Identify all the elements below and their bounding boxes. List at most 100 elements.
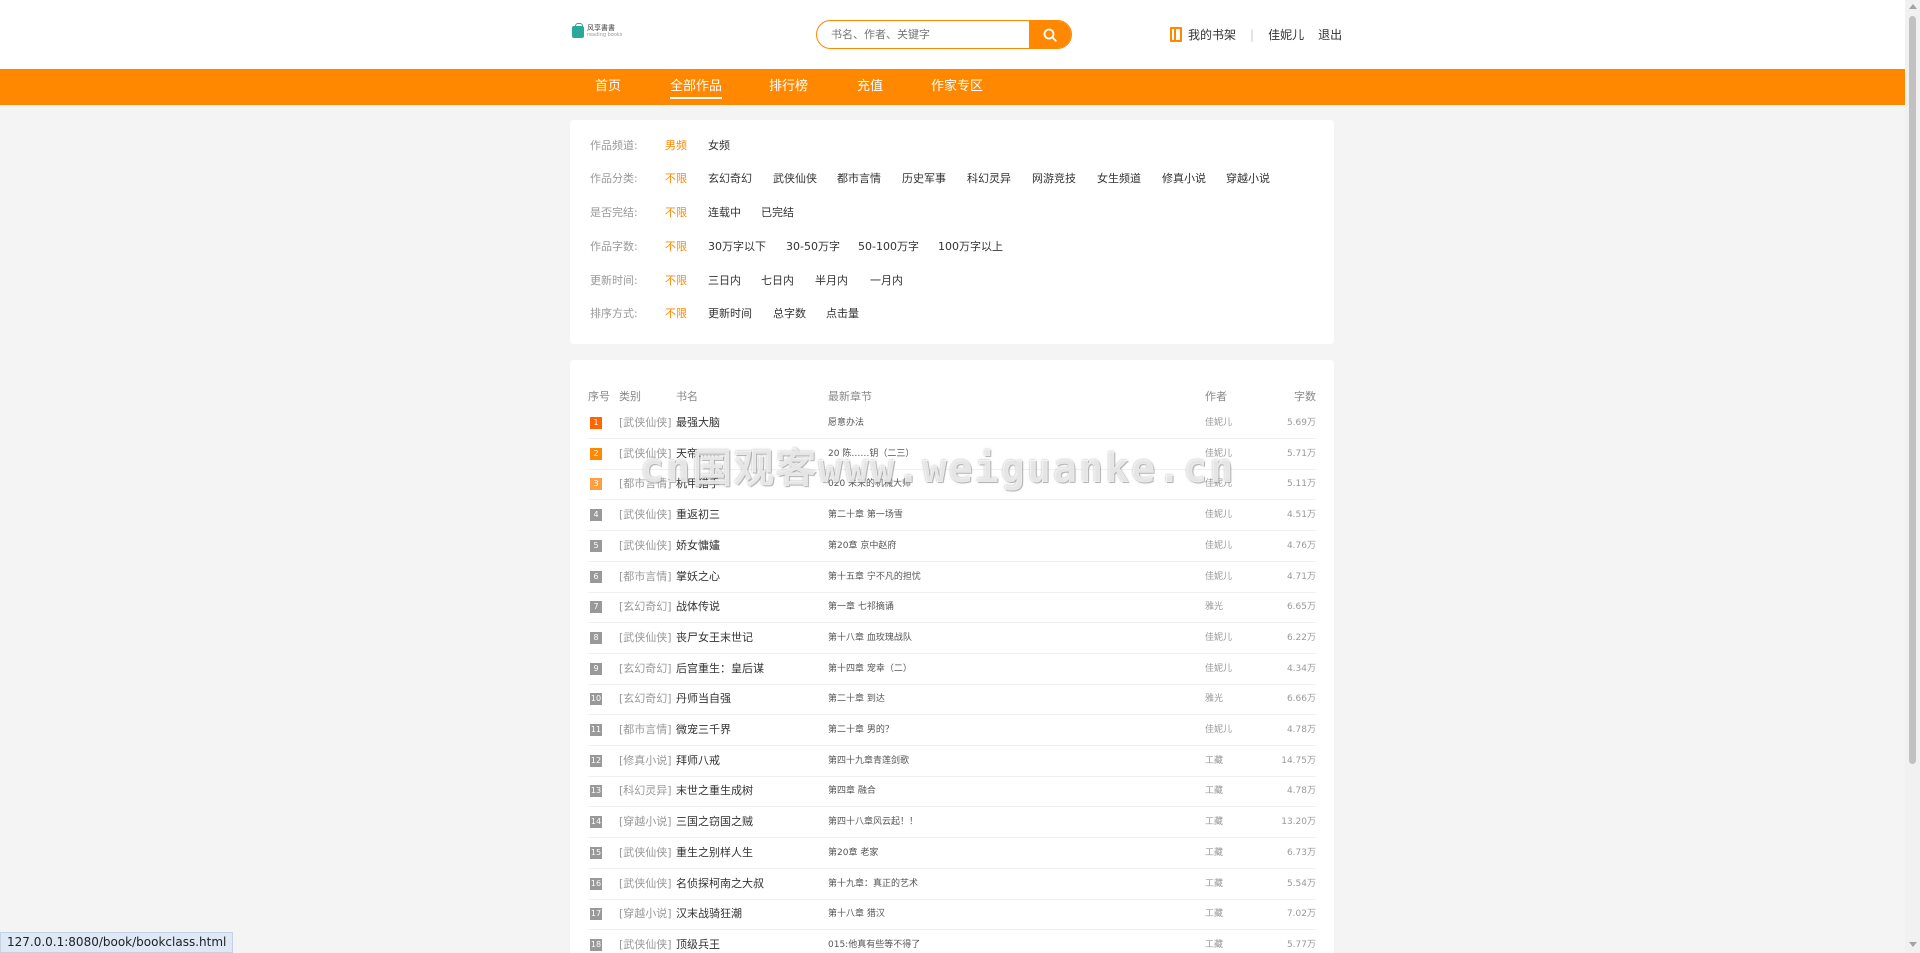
table-row[interactable]: 7 [玄幻奇幻] 战体传说 第一章 七祁摘诵 雅光 6.65万: [588, 592, 1316, 624]
filter-option[interactable]: 连载中: [708, 205, 741, 221]
filter-option[interactable]: 都市言情: [837, 171, 881, 187]
filter-option[interactable]: 三日内: [708, 273, 741, 289]
book-title[interactable]: 顶级兵王: [676, 930, 720, 953]
filter-option[interactable]: 玄幻奇幻: [708, 171, 752, 187]
filter-option[interactable]: 网游竞技: [1032, 171, 1076, 187]
book-category: [武侠仙侠]: [619, 630, 672, 644]
table-row[interactable]: 1 [武侠仙侠] 最强大脑 愿意办法 佳妮儿 5.69万: [588, 408, 1316, 439]
book-title[interactable]: 汉末战骑狂潮: [676, 899, 742, 929]
latest-chapter[interactable]: 第20章 老家: [828, 838, 878, 868]
table-row[interactable]: 13 [科幻灵异] 末世之重生成树 第四章 融合 工藏 4.78万: [588, 776, 1316, 808]
filter-option[interactable]: 穿越小说: [1226, 171, 1270, 187]
search-button[interactable]: [1029, 21, 1071, 48]
table-row[interactable]: 11 [都市言情] 微宠三千界 第二十章 男的？ 佳妮儿 4.78万: [588, 715, 1316, 746]
nav-rankings[interactable]: 排行榜: [769, 69, 808, 105]
search-input[interactable]: [817, 21, 1029, 48]
book-title[interactable]: 微宠三千界: [676, 715, 731, 745]
nav-author-zone[interactable]: 作家专区: [931, 69, 983, 105]
filter-option[interactable]: 点击量: [826, 306, 859, 322]
filter-option[interactable]: 一月内: [870, 273, 903, 289]
book-title[interactable]: 后宫重生：皇后谋: [676, 654, 764, 684]
latest-chapter[interactable]: 第四十八章风云起！！: [828, 807, 918, 837]
book-author: 雅光: [1205, 694, 1224, 705]
filter-option[interactable]: 30万字以下: [708, 239, 766, 255]
book-author: 工藏: [1205, 909, 1224, 920]
filter-option[interactable]: 总字数: [773, 306, 806, 322]
filter-option[interactable]: 半月内: [815, 273, 848, 289]
table-row[interactable]: 4 [武侠仙侠] 重返初三 第二十章 第一场雪 佳妮儿 4.51万: [588, 500, 1316, 532]
filter-option[interactable]: 100万字以上: [938, 239, 1003, 255]
table-row[interactable]: 8 [武侠仙侠] 丧尸女王末世记 第十八章 血玫瑰战队 佳妮儿 6.22万: [588, 623, 1316, 654]
latest-chapter[interactable]: 015:他真有些等不得了: [828, 930, 920, 953]
filter-option[interactable]: 修真小说: [1162, 171, 1206, 187]
filter-option[interactable]: 30-50万字: [786, 239, 840, 255]
rank-badge: 2: [590, 447, 602, 460]
nav-recharge[interactable]: 充值: [857, 69, 883, 105]
latest-chapter[interactable]: 愿意办法: [828, 408, 864, 438]
nav-home[interactable]: 首页: [595, 69, 621, 105]
filter-option[interactable]: 已完结: [761, 205, 794, 221]
latest-chapter[interactable]: 第一章 七祁摘诵: [828, 592, 894, 622]
book-title[interactable]: 战体传说: [676, 592, 720, 622]
logout-link[interactable]: 退出: [1318, 26, 1342, 43]
filter-option[interactable]: 不限: [665, 306, 687, 322]
book-author: 佳妮儿: [1205, 632, 1233, 643]
latest-chapter[interactable]: 第十八章 血玫瑰战队: [828, 623, 912, 653]
book-title[interactable]: 拜师八戒: [676, 746, 720, 776]
username-link[interactable]: 佳妮儿: [1268, 26, 1304, 43]
filter-option[interactable]: 不限: [665, 171, 687, 187]
table-row[interactable]: 16 [武侠仙侠] 名侦探柯南之大叔 第十九章：真正的艺术 工藏 5.54万: [588, 869, 1316, 900]
site-logo[interactable]: 风享書書 reading books: [572, 23, 622, 39]
scroll-down-icon[interactable]: [1909, 942, 1917, 947]
book-title[interactable]: 重返初三: [676, 500, 720, 530]
book-title[interactable]: 最强大脑: [676, 408, 720, 438]
scrollbar-thumb[interactable]: [1909, 16, 1916, 764]
filter-option[interactable]: 历史军事: [902, 171, 946, 187]
table-row[interactable]: 9 [玄幻奇幻] 后宫重生：皇后谋 第十四章 宠幸（二） 佳妮儿 4.34万: [588, 654, 1316, 685]
table-row[interactable]: 17 [穿越小说] 汉末战骑狂潮 第十八章 猎汉 工藏 7.02万: [588, 899, 1316, 931]
filter-option[interactable]: 女生频道: [1097, 171, 1141, 187]
filter-option[interactable]: 科幻灵异: [967, 171, 1011, 187]
latest-chapter[interactable]: 第十九章：真正的艺术: [828, 869, 918, 899]
bookshelf-link[interactable]: 我的书架: [1188, 26, 1236, 43]
nav-all-works[interactable]: 全部作品: [670, 69, 723, 105]
filter-option[interactable]: 不限: [665, 239, 687, 255]
book-title[interactable]: 末世之重生成树: [676, 776, 753, 806]
filter-label: 作品频道:: [590, 139, 638, 152]
table-row[interactable]: 5 [武侠仙侠] 娇女慵嫿 第20章 京中赵府 佳妮儿 4.76万: [588, 531, 1316, 562]
book-title[interactable]: 掌妖之心: [676, 562, 720, 592]
filter-option[interactable]: 50-100万字: [858, 239, 919, 255]
filter-option[interactable]: 男频: [665, 138, 687, 154]
table-row[interactable]: 10 [玄幻奇幻] 丹师当自强 第二十章 到达 雅光 6.66万: [588, 684, 1316, 716]
filter-option[interactable]: 更新时间: [708, 306, 752, 322]
latest-chapter[interactable]: 第十四章 宠幸（二）: [828, 654, 912, 684]
book-title[interactable]: 丧尸女王末世记: [676, 623, 753, 653]
table-row[interactable]: 14 [穿越小说] 三国之窃国之贼 第四十八章风云起！！ 工藏 13.20万: [588, 807, 1316, 839]
filter-option[interactable]: 武侠仙侠: [773, 171, 817, 187]
rank-badge: 14: [590, 816, 602, 829]
filter-option[interactable]: 女频: [708, 138, 730, 154]
book-title[interactable]: 三国之窃国之贼: [676, 807, 753, 837]
filter-option[interactable]: 七日内: [761, 273, 794, 289]
filter-option[interactable]: 不限: [665, 273, 687, 289]
book-title[interactable]: 丹师当自强: [676, 684, 731, 714]
scroll-up-icon[interactable]: [1909, 4, 1917, 9]
latest-chapter[interactable]: 第十八章 猎汉: [828, 899, 885, 929]
table-row[interactable]: 6 [都市言情] 掌妖之心 第十五章 宁不凡的担忧 佳妮儿 4.71万: [588, 562, 1316, 593]
filter-option[interactable]: 不限: [665, 205, 687, 221]
word-count: 5.77万: [1286, 939, 1316, 950]
latest-chapter[interactable]: 第二十章 到达: [828, 684, 885, 714]
latest-chapter[interactable]: 第二十章 男的？: [828, 715, 894, 745]
book-title[interactable]: 娇女慵嫿: [676, 531, 720, 561]
latest-chapter[interactable]: 第四章 融合: [828, 776, 876, 806]
latest-chapter[interactable]: 第十五章 宁不凡的担忧: [828, 562, 921, 592]
latest-chapter[interactable]: 第四十九章青莲剑歌: [828, 746, 909, 776]
book-title[interactable]: 名侦探柯南之大叔: [676, 869, 764, 899]
table-row[interactable]: 15 [武侠仙侠] 重生之别样人生 第20章 老家 工藏 6.73万: [588, 838, 1316, 869]
page-scrollbar[interactable]: [1905, 0, 1920, 953]
book-title[interactable]: 重生之别样人生: [676, 838, 753, 868]
latest-chapter[interactable]: 第20章 京中赵府: [828, 531, 896, 561]
table-row[interactable]: 18 [武侠仙侠] 顶级兵王 015:他真有些等不得了 工藏 5.77万: [588, 930, 1316, 953]
latest-chapter[interactable]: 第二十章 第一场雪: [828, 500, 903, 530]
table-row[interactable]: 12 [修真小说] 拜师八戒 第四十九章青莲剑歌 工藏 14.75万: [588, 746, 1316, 777]
